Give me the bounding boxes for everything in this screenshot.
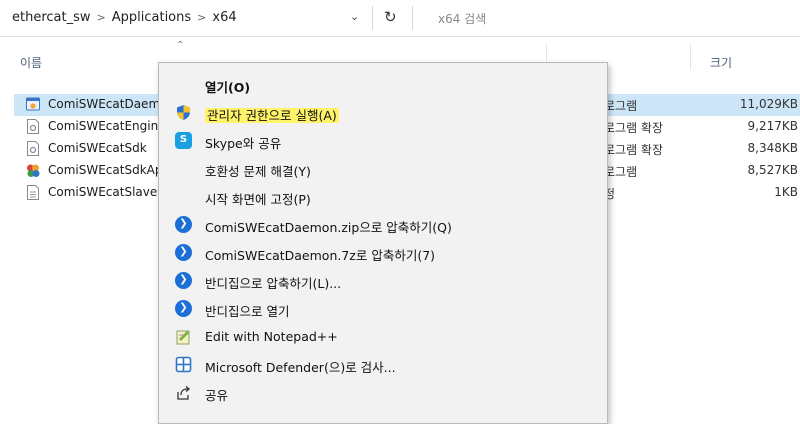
search-input[interactable]: x64 검색 — [438, 10, 486, 27]
file-size: 8,348KB — [747, 141, 798, 155]
menu-item-label: 공유 — [205, 388, 229, 403]
notepadpp-icon — [176, 330, 190, 345]
menu-item-share[interactable]: 공유 — [159, 379, 607, 407]
highlighted-text: 관리자 권한으로 실행(A) — [205, 108, 339, 123]
breadcrumb-item[interactable]: Applications — [112, 10, 191, 25]
exe-icon — [26, 97, 40, 111]
bandizip-icon: ❯ — [175, 272, 192, 289]
menu-item-label: Microsoft Defender(으)로 검사... — [205, 360, 396, 375]
address-bar[interactable]: ethercat_sw > Applications > x64 ⌄ ↻ x64 검색 — [0, 0, 800, 37]
sort-up-icon: ⌃ — [176, 40, 185, 51]
file-name[interactable]: ComiSWEcatEngine — [48, 119, 172, 133]
menu-item-edit-notepadpp[interactable]: Edit with Notepad++ — [159, 323, 607, 351]
menu-item-run-as-admin[interactable]: 관리자 권한으로 실행(A) — [159, 99, 607, 127]
menu-item-label: 관리자 권한으로 실행(A) — [205, 105, 339, 124]
column-divider[interactable] — [690, 44, 691, 70]
file-name[interactable]: ComiSWEcatDaemon — [48, 97, 172, 111]
skype-icon: S — [175, 132, 192, 149]
breadcrumb-separator-icon: > — [96, 11, 106, 24]
dll-icon — [27, 141, 39, 156]
menu-item-label: Skype와 공유 — [205, 136, 282, 151]
menu-item-troubleshoot-compat[interactable]: 호환성 문제 해결(Y) — [159, 155, 607, 183]
menu-item-defender-scan[interactable]: Microsoft Defender(으)로 검사... — [159, 351, 607, 379]
menu-item-skype-share[interactable]: S Skype와 공유 — [159, 127, 607, 155]
bandizip-icon: ❯ — [175, 216, 192, 233]
context-menu: 열기(O) 관리자 권한으로 실행(A) S Skype와 공유 호환성 문제 … — [158, 62, 608, 424]
menu-item-bandizip-compress[interactable]: ❯ 반디집으로 압축하기(L)... — [159, 267, 607, 295]
file-type: 로그램 — [604, 165, 638, 179]
file-size: 8,527KB — [747, 163, 798, 177]
file-size: 1KB — [774, 185, 798, 199]
bandizip-icon: ❯ — [175, 244, 192, 261]
file-size: 11,029KB — [739, 97, 798, 111]
config-icon — [27, 185, 39, 200]
menu-item-pin-to-start[interactable]: 시작 화면에 고정(P) — [159, 183, 607, 211]
menu-item-label: ComiSWEcatDaemon.zip으로 압축하기(Q) — [205, 220, 452, 235]
file-size: 9,217KB — [747, 119, 798, 133]
refresh-icon[interactable]: ↻ — [384, 8, 397, 26]
chevron-down-icon[interactable]: ⌄ — [350, 10, 359, 23]
uac-shield-icon — [177, 105, 190, 120]
file-name[interactable]: ComiSWEcatSdk — [48, 141, 172, 155]
app-icon — [27, 164, 40, 177]
menu-item-label: 반디집으로 압축하기(L)... — [205, 276, 342, 291]
menu-item-open[interactable]: 열기(O) — [159, 71, 607, 99]
file-name[interactable]: ComiSWEcatSlave — [48, 185, 172, 199]
file-name[interactable]: ComiSWEcatSdkApp — [48, 163, 172, 177]
file-type: 로그램 확장 — [604, 121, 664, 135]
breadcrumb[interactable]: ethercat_sw > Applications > x64 — [12, 10, 237, 25]
file-type: 로그램 — [604, 99, 638, 113]
breadcrumb-separator-icon: > — [197, 11, 207, 24]
column-header-name[interactable]: 이름 — [20, 54, 42, 71]
menu-item-compress-zip[interactable]: ❯ ComiSWEcatDaemon.zip으로 압축하기(Q) — [159, 211, 607, 239]
column-header-size[interactable]: 크기 — [710, 54, 732, 71]
menu-item-compress-7z[interactable]: ❯ ComiSWEcatDaemon.7z로 압축하기(7) — [159, 239, 607, 267]
menu-item-label: ComiSWEcatDaemon.7z로 압축하기(7) — [205, 248, 436, 263]
menu-item-bandizip-open[interactable]: ❯ 반디집으로 열기 — [159, 295, 607, 323]
breadcrumb-item[interactable]: ethercat_sw — [12, 10, 91, 25]
bandizip-icon: ❯ — [175, 300, 192, 317]
menu-item-label: 반디집으로 열기 — [205, 304, 290, 319]
menu-item-label: 시작 화면에 고정(P) — [205, 192, 311, 207]
defender-icon — [175, 356, 192, 373]
breadcrumb-item[interactable]: x64 — [212, 10, 236, 25]
dll-icon — [27, 119, 39, 134]
menu-item-label: Edit with Notepad++ — [205, 329, 338, 344]
divider — [412, 6, 413, 30]
file-type: 로그램 확장 — [604, 143, 664, 157]
share-icon — [177, 386, 191, 400]
menu-item-label: 열기(O) — [205, 80, 251, 95]
divider — [372, 6, 373, 30]
menu-item-label: 호환성 문제 해결(Y) — [205, 164, 311, 179]
